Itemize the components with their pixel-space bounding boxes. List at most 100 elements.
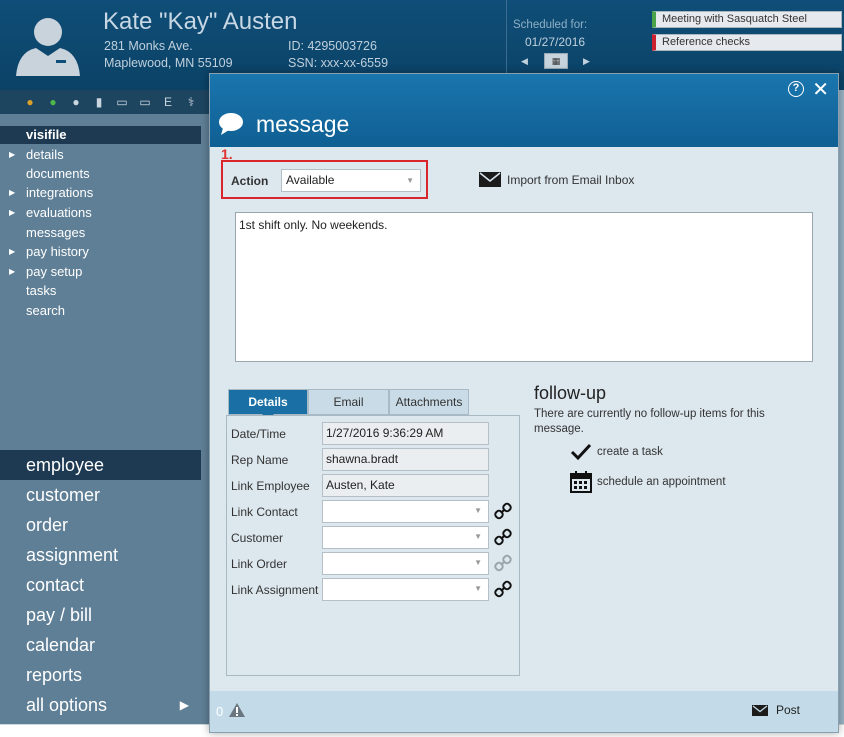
employee-avatar (16, 18, 80, 76)
expand-caret-icon[interactable]: ▶ (9, 183, 15, 202)
expand-arrow-icon[interactable]: ▶ (180, 690, 189, 720)
link-assignment-row: Link Assignment ▼ (231, 578, 521, 602)
link-icon[interactable] (494, 580, 512, 598)
visifile-section-title[interactable]: visifile (0, 126, 201, 144)
customer-label: Customer (231, 531, 284, 545)
calendar-icon[interactable]: ▦ (544, 53, 568, 69)
employee-name: Kate "Kay" Austen (103, 8, 298, 35)
sidebar-item-messages[interactable]: messages (0, 223, 200, 242)
customer-select[interactable]: ▼ (322, 526, 489, 549)
nav-all-options[interactable]: all options ▶ (0, 690, 201, 720)
tab-attachments[interactable]: Attachments (389, 389, 469, 415)
sidebar-item-pay-setup[interactable]: ▶ pay setup (0, 262, 200, 281)
followup-text: There are currently no follow-up items f… (534, 408, 765, 435)
chevron-down-icon: ▼ (406, 176, 414, 185)
sidebar-item-tasks[interactable]: tasks (0, 281, 200, 300)
address-line-2: Maplewood, MN 55109 (104, 56, 233, 70)
close-icon[interactable]: ✕ (812, 77, 829, 102)
appointment-item[interactable]: Meeting with Sasquatch Steel (652, 11, 842, 28)
rep-name-label: Rep Name (231, 453, 289, 467)
sidebar-item-details[interactable]: ▶ details (0, 145, 200, 164)
nav-all-options-label: all options (26, 695, 108, 715)
chevron-down-icon: ▼ (474, 558, 482, 567)
document-icon[interactable]: ▮ (91, 95, 107, 109)
link-order-row: Link Order ▼ (231, 552, 521, 576)
coin-icon[interactable]: ● (22, 95, 38, 109)
chevron-down-icon: ▼ (474, 532, 482, 541)
sidebar-item-documents[interactable]: documents (0, 164, 200, 183)
link-icon-disabled (494, 554, 512, 572)
sidebar-item-label: pay setup (26, 264, 83, 279)
caduceus-icon[interactable]: ⚕ (183, 95, 199, 109)
link-contact-select[interactable]: ▼ (322, 500, 489, 523)
main-nav: employee customer order assignment conta… (0, 450, 201, 720)
expand-caret-icon[interactable]: ▶ (9, 242, 15, 261)
link-contact-label: Link Contact (231, 505, 298, 519)
customer-row: Customer ▼ (231, 526, 521, 550)
next-date-icon[interactable]: ▶ (583, 56, 590, 67)
checkmark-icon (570, 443, 592, 461)
sidebar-item-search[interactable]: search (0, 301, 200, 320)
link-contact-row: Link Contact ▼ (231, 500, 521, 524)
scheduled-label: Scheduled for: (513, 19, 588, 31)
action-label: Action (231, 174, 269, 188)
sidebar-item-label: search (26, 303, 66, 318)
tab-details[interactable]: Details (228, 389, 308, 420)
expand-caret-icon[interactable]: ▶ (9, 203, 15, 222)
action-select[interactable]: Available ▼ (281, 169, 421, 192)
dialog-header: ? ✕ message (210, 74, 838, 147)
sidebar-item-pay-history[interactable]: ▶ pay history (0, 242, 200, 261)
appointment-item[interactable]: Reference checks (652, 34, 842, 51)
sidebar-item-evaluations[interactable]: ▶ evaluations (0, 203, 200, 222)
link-icon[interactable] (494, 502, 512, 520)
e-verify-icon[interactable]: E (160, 95, 176, 109)
nav-order[interactable]: order (0, 510, 201, 540)
sidebar-item-label: documents (26, 166, 90, 181)
action-select-value: Available (286, 173, 335, 187)
details-panel: Date/Time 1/27/2016 9:36:29 AM Rep Name … (226, 415, 520, 676)
previous-date-icon[interactable]: ◀ (521, 56, 528, 67)
sidebar-item-label: messages (26, 225, 86, 240)
create-task-label: create a task (597, 446, 663, 458)
envelope-icon (479, 172, 501, 187)
rep-name-field: shawna.bradt (322, 448, 489, 471)
nav-customer[interactable]: customer (0, 480, 201, 510)
sidebar-item-integrations[interactable]: ▶ integrations (0, 183, 200, 202)
message-textarea[interactable]: 1st shift only. No weekends. (235, 212, 813, 362)
expand-caret-icon[interactable]: ▶ (9, 145, 15, 164)
sidebar-item-label: integrations (26, 185, 94, 200)
nav-reports[interactable]: reports (0, 660, 201, 690)
help-icon[interactable]: ? (788, 81, 804, 97)
nav-contact[interactable]: contact (0, 570, 201, 600)
link-employee-field: Austen, Kate (322, 474, 489, 497)
link-order-select[interactable]: ▼ (322, 552, 489, 575)
quick-toolbar: ● ● ● ▮ ▭ ▭ E ⚕ (0, 90, 210, 114)
calendar-icon (570, 471, 592, 493)
sidebar-item-label: evaluations (26, 205, 92, 220)
nav-pay-bill[interactable]: pay / bill (0, 600, 201, 630)
dialog-title: message (256, 111, 350, 137)
id-card-icon[interactable]: ▭ (114, 95, 130, 109)
import-email-button[interactable]: Import from Email Inbox (479, 172, 634, 187)
speech-bubble-icon (219, 113, 243, 135)
card-icon[interactable]: ▭ (137, 95, 153, 109)
dialog-footer: 0 Post (210, 691, 838, 732)
warning-icon[interactable] (228, 702, 246, 718)
envelope-icon (751, 704, 768, 716)
create-task-button[interactable]: create a task (570, 443, 663, 461)
schedule-appointment-label: schedule an appointment (597, 476, 726, 488)
nav-assignment[interactable]: assignment (0, 540, 201, 570)
link-assignment-select[interactable]: ▼ (322, 578, 489, 601)
nav-employee[interactable]: employee (0, 450, 201, 480)
chevron-down-icon: ▼ (474, 584, 482, 593)
schedule-appointment-button[interactable]: schedule an appointment (570, 471, 726, 493)
nav-calendar[interactable]: calendar (0, 630, 201, 660)
status-green-icon[interactable]: ● (45, 95, 61, 109)
post-button[interactable]: Post (751, 703, 800, 717)
action-highlight: Action Available ▼ (221, 160, 428, 199)
link-icon[interactable] (494, 528, 512, 546)
tab-email[interactable]: Email (308, 389, 389, 415)
person-icon[interactable]: ● (68, 95, 84, 109)
address-line-1: 281 Monks Ave. (104, 39, 193, 53)
expand-caret-icon[interactable]: ▶ (9, 262, 15, 281)
